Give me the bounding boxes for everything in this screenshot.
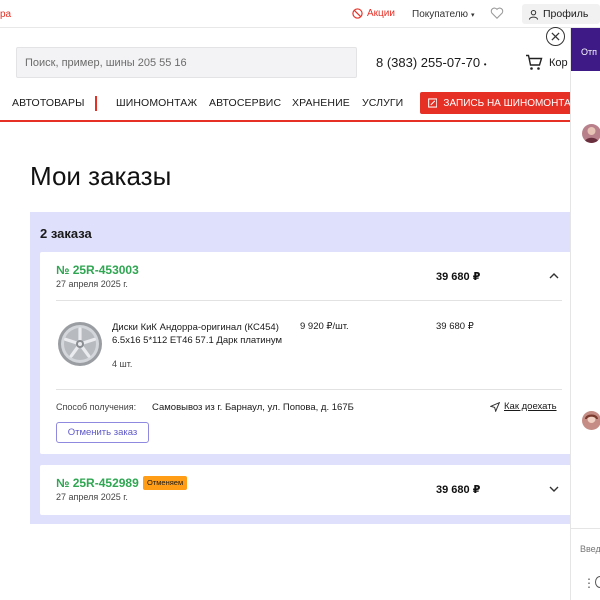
promo-label: Акции [367,8,395,19]
delivery-label: Способ получения: [56,402,137,412]
promo-link[interactable]: Акции [352,8,395,19]
more-options-icon[interactable]: ⋮ [583,576,595,590]
chat-input[interactable]: Введ [580,544,600,554]
buyer-label: Покупателю [412,9,469,20]
wheel-image [58,322,102,366]
agent-avatar [582,411,600,430]
chat-header[interactable]: Отп [571,28,600,71]
nav-item-auto-goods[interactable]: АВТОТОВАРЫ [12,97,84,109]
search-input[interactable] [17,48,356,77]
cart-label: Кор [549,56,568,69]
edit-calendar-icon [428,98,438,108]
no-percent-icon [352,8,363,19]
directions-label: Как доехать [504,401,557,412]
cart-button[interactable]: Кор [525,54,568,71]
top-bar: ра Акции Покупателю ▾ Профиль [0,0,600,28]
navigation-arrow-icon [490,401,500,412]
nav-item-tire-fitting[interactable]: ШИНОМОНТАЖ [116,97,197,109]
order-number[interactable]: № 25R-453003 [56,263,139,277]
page-title: Мои заказы [30,161,172,191]
chevron-down-icon[interactable] [548,483,560,495]
chevron-up-icon[interactable] [548,270,560,282]
emoji-icon[interactable] [595,576,600,588]
status-badge: Отменяем [143,476,188,490]
phone-caret-icon: • [483,60,487,69]
caret-down-icon: ▾ [471,11,475,19]
top-bar-cut-link[interactable]: ра [0,9,11,20]
main-nav: АВТОТОВАРЫ ШИНОМОНТАЖ АВТОСЕРВИС ХРАНЕНИ… [0,88,600,122]
buyer-menu[interactable]: Покупателю ▾ [412,9,475,20]
cancel-order-button[interactable]: Отменить заказ [56,422,149,443]
nav-item-car-service[interactable]: АВТОСЕРВИС [209,97,281,109]
cart-icon [526,54,543,70]
chat-panel: Отп Введ ⋮ [570,28,600,600]
divider [56,300,562,301]
order-total: 39 680 ₽ [436,484,481,496]
order-total: 39 680 ₽ [436,271,481,283]
product-name[interactable]: Диски КиК Андорра-оригинал (КС454) 6.5x1… [112,321,300,347]
user-icon [528,9,539,20]
phone-number[interactable]: 8 (383) 255-07-70 • [376,55,487,70]
agent-avatar [582,124,600,143]
directions-link[interactable]: Как доехать [490,401,557,412]
nav-separator [95,96,97,111]
close-icon [551,32,560,41]
delivery-value: Самовывоз из г. Барнаул, ул. Попова, д. … [152,402,354,413]
product-total: 39 680 ₽ [436,321,474,332]
book-tire-fitting-button[interactable]: ЗАПИСЬ НА ШИНОМОНТАЖ [420,92,580,114]
order-card: № 25R-452989 Отменяем 27 апреля 2025 г. … [40,465,572,515]
orders-panel: 2 заказа № 25R-453003 27 апреля 2025 г. … [30,212,582,524]
order-date: 27 апреля 2025 г. [56,492,128,502]
product-unit-price: 9 920 ₽/шт. [300,321,349,332]
orders-count: 2 заказа [40,226,92,241]
divider [56,389,562,390]
search-box [16,47,357,78]
divider [571,528,600,529]
order-number[interactable]: № 25R-452989 [56,476,139,490]
book-tire-fitting-label: ЗАПИСЬ НА ШИНОМОНТАЖ [443,97,580,109]
nav-item-services[interactable]: УСЛУГИ [362,97,403,109]
product-quantity: 4 шт. [112,359,133,369]
heart-icon[interactable] [490,6,504,20]
order-date: 27 апреля 2025 г. [56,279,128,289]
order-card: № 25R-453003 27 апреля 2025 г. 39 680 ₽ … [40,252,572,454]
profile-button[interactable]: Профиль [522,4,600,24]
phone-value: 8 (383) 255-07-70 [376,55,481,70]
close-chat-button[interactable] [546,27,565,46]
nav-item-storage[interactable]: ХРАНЕНИЕ [292,97,350,109]
profile-label: Профиль [543,8,589,20]
